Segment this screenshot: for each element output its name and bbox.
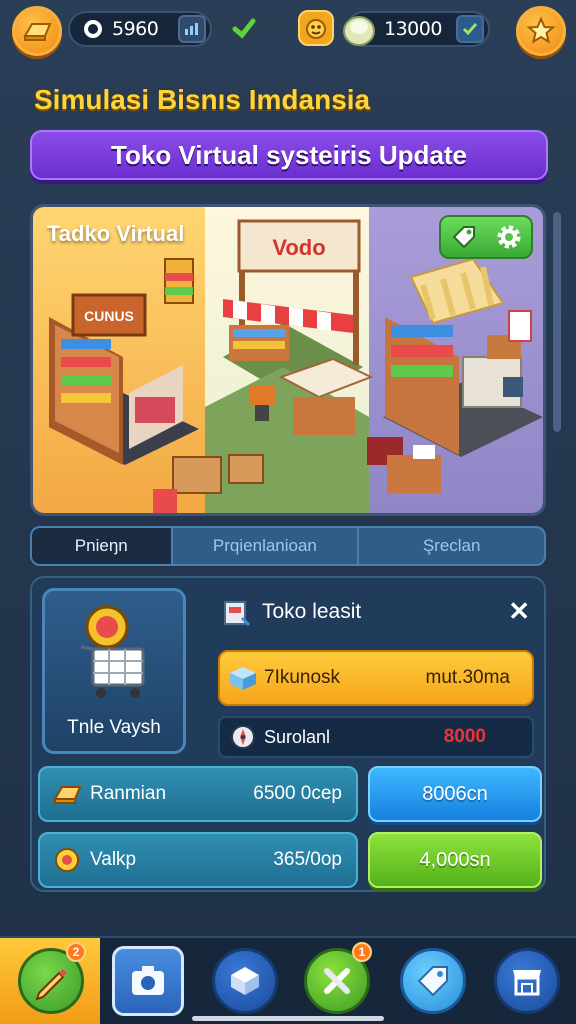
favorites-button[interactable] [516,6,566,56]
gems-value: 13000 [384,18,442,40]
collect-button[interactable]: 8006cn [368,766,542,822]
gems-counter: 13000 [343,11,490,47]
coin-bag-icon [55,848,79,872]
tab-bar: Pnieŋn Prqienlanioan Şreclan [30,526,546,566]
camera-icon [132,966,164,995]
page-title: Simulasi Bisnıs Imdansia [34,84,371,115]
upgrade-row[interactable]: 7Ikunosk mut.30ma [218,650,534,706]
tab-secondary[interactable]: Prqienlanioan [170,528,358,564]
inventory-button[interactable] [12,6,62,56]
close-button[interactable]: ✕ [508,596,530,627]
coin-icon [84,20,102,38]
info-label: Surolanl [264,726,331,747]
home-indicator[interactable] [192,1016,384,1021]
bottom-nav: 2 1 [0,936,576,1024]
tab-primary[interactable]: Pnieŋn [32,528,171,564]
nav-item-shop[interactable] [494,948,560,1014]
box-icon [230,667,256,690]
coins-value: 5960 [112,18,159,40]
tag-icon [452,226,475,249]
gold-bar-icon [23,23,52,41]
chart-icon[interactable] [178,15,206,43]
panel-title: Toko leasit [262,600,362,623]
buy-button[interactable]: 4,000sn [368,832,542,888]
stat-value: 6500 0сер [253,783,342,804]
nav-item-camera[interactable] [112,946,184,1016]
nav-item-inventory[interactable] [212,948,278,1014]
upgrade-value: mut.30ma [425,667,510,688]
coins-counter: 5960 [68,11,212,47]
gear-icon [497,225,520,249]
stat-row-value: Valkp 365/0op [38,832,358,888]
nav-item-tag[interactable] [400,948,466,1014]
scene-scrollbar[interactable] [553,212,561,432]
compass-icon [231,725,255,749]
stat-label: Valkp [90,849,137,870]
star-icon [526,16,556,44]
add-gems-icon[interactable] [456,15,484,43]
shopping-cart-icon [80,605,145,698]
scene-label: Tadko Virtual [47,221,185,246]
store-icon [224,601,251,627]
stat-value: 365/0op [273,849,342,870]
stat-row-income: Ranmian 6500 0сер [38,766,358,822]
pencil-icon [35,969,67,1001]
item-card-label: Tnle Vaysh [67,717,161,738]
info-row: Surolanl 8000 [218,716,534,758]
tools-icon [324,968,350,994]
check-icon [232,18,256,39]
nav-badge: 1 [352,942,372,962]
store-panel: Tnle Vaysh Toko leasit ✕ 7Ikunosk mut.30… [30,576,546,892]
tab-tertiary[interactable]: Şreclan [357,528,544,564]
box-icon [231,967,259,995]
nav-badge: 2 [66,942,86,962]
info-value: 8000 [443,726,486,747]
svg-text:Vodo: Vodo [272,235,325,260]
scene-actions-button[interactable] [439,215,533,259]
update-banner[interactable]: Toko Virtual systeiris Update [30,130,548,180]
item-card[interactable]: Tnle Vaysh [42,588,186,754]
store-scene[interactable]: CUNUS Vodo Tadko Virtual [30,204,546,516]
upgrade-name: 7Ikunosk [264,667,341,688]
top-bar: 5960 13000 [0,0,576,62]
stat-label: Ranmian [90,783,167,804]
shop-icon [513,970,541,996]
gem-icon [343,16,375,46]
gold-bar-icon [53,786,82,804]
mascot-icon[interactable] [298,10,334,46]
svg-text:CUNUS: CUNUS [84,308,134,324]
tag-icon [417,966,448,997]
